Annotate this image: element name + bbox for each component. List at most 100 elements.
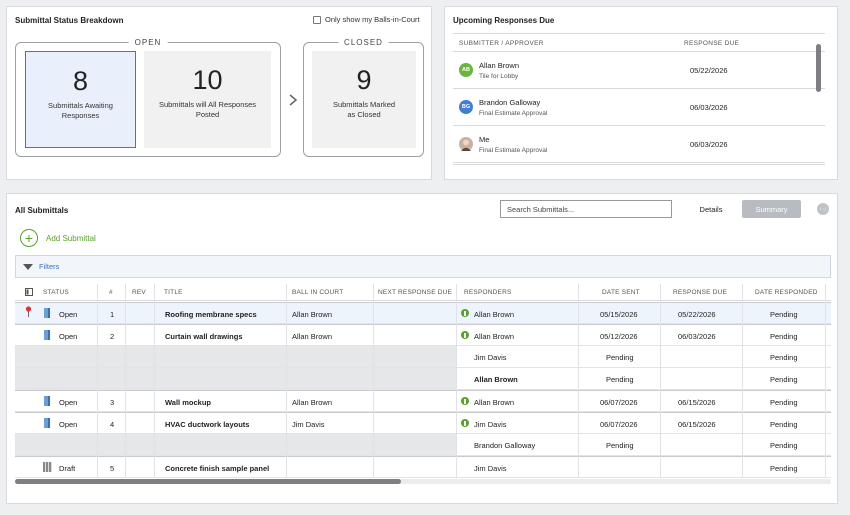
response-due-cell: 06/15/2026 bbox=[678, 420, 716, 429]
open-group: OPEN 8 Submittals Awaiting Responses 10 … bbox=[15, 38, 281, 157]
table-subrow: Jim Davis Pending Pending bbox=[15, 346, 831, 368]
document-icon bbox=[44, 418, 50, 428]
date-responded-header[interactable]: DATE RESPONDED bbox=[755, 289, 818, 296]
responder-cell: Jim Davis bbox=[474, 420, 507, 429]
filters-label: Filters bbox=[39, 262, 60, 271]
responders-header[interactable]: RESPONDERS bbox=[464, 289, 512, 296]
subrow-fill bbox=[15, 434, 456, 455]
col-submitter-header: SUBMITTER / APPROVER bbox=[459, 40, 544, 47]
table-row[interactable]: Open 4 HVAC ductwork layouts Jim Davis J… bbox=[15, 412, 831, 434]
columns-icon[interactable] bbox=[25, 288, 33, 296]
upcoming-table: SUBMITTER / APPROVER RESPONSE DUE AB All… bbox=[453, 33, 825, 165]
responder-cell: Allan Brown bbox=[474, 375, 518, 384]
submittal-name: Final Estimate Approval bbox=[479, 147, 548, 154]
posted-count: 10 bbox=[192, 65, 223, 95]
col-response-due-header: RESPONSE DUE bbox=[684, 40, 740, 47]
closed-group: CLOSED 9 Submittals Marked as Closed bbox=[303, 38, 424, 157]
title-link[interactable]: Roofing membrane specs bbox=[165, 310, 257, 319]
awaiting-label: Submittals Awaiting Responses bbox=[48, 101, 113, 120]
submitter-name: Allan Brown bbox=[479, 61, 520, 70]
ball-in-court-cell: Allan Brown bbox=[292, 398, 333, 407]
submitter-name: Me bbox=[479, 135, 490, 144]
response-due-date: 06/03/2026 bbox=[690, 103, 728, 112]
checkbox-box[interactable] bbox=[313, 15, 321, 24]
title-link[interactable]: Concrete finish sample panel bbox=[165, 464, 269, 473]
rev-header[interactable]: REV bbox=[132, 289, 146, 296]
table-row[interactable]: Open 3 Wall mockup Allan Brown Allan Bro… bbox=[15, 390, 831, 412]
responder-cell: Brandon Galloway bbox=[474, 441, 536, 450]
upcoming-row[interactable]: BG Brandon Galloway Final Estimate Appro… bbox=[453, 89, 825, 126]
date-responded-cell: Pending bbox=[770, 353, 798, 362]
date-responded-cell: Pending bbox=[770, 464, 798, 473]
date-sent-cell: Pending bbox=[606, 353, 634, 362]
date-sent-cell: 06/07/2026 bbox=[600, 398, 638, 407]
number-header[interactable]: # bbox=[109, 289, 113, 296]
closed-label: Submittals Marked as Closed bbox=[332, 100, 396, 119]
all-responses-posted-tile[interactable]: 10 Submittals will All Responses Posted bbox=[144, 51, 271, 148]
summary-button[interactable]: Summary bbox=[742, 200, 801, 218]
subrow-fill bbox=[15, 346, 456, 367]
responder-cell: Allan Brown bbox=[474, 398, 515, 407]
pin-icon bbox=[25, 306, 32, 317]
add-submittal-label: Add Submittal bbox=[46, 233, 96, 243]
posted-label: Submittals will All Responses Posted bbox=[158, 100, 257, 119]
response-due-cell: 05/22/2026 bbox=[678, 310, 716, 319]
table-header: STATUS # REV TITLE BALL IN COURT NEXT RE… bbox=[15, 284, 831, 301]
filters-bar[interactable]: Filters bbox=[15, 255, 831, 278]
response-due-date: 05/22/2026 bbox=[690, 66, 728, 75]
submittal-name: Tile for Lobby bbox=[479, 73, 519, 80]
response-due-date: 06/03/2026 bbox=[690, 140, 728, 149]
number-cell: 4 bbox=[110, 420, 115, 429]
next-response-due-header[interactable]: NEXT RESPONSE DUE bbox=[378, 289, 452, 296]
awaiting-responses-tile[interactable]: 8 Submittals Awaiting Responses bbox=[25, 51, 136, 148]
date-responded-cell: Pending bbox=[770, 375, 798, 384]
date-responded-cell: Pending bbox=[770, 310, 798, 319]
upcoming-row[interactable]: Me Final Estimate Approval 06/03/2026 bbox=[453, 126, 825, 163]
date-sent-cell: Pending bbox=[606, 375, 634, 384]
search-input[interactable]: Search Submittals... bbox=[500, 200, 672, 218]
details-button[interactable]: Details bbox=[691, 200, 731, 218]
responder-status-icon bbox=[461, 397, 469, 405]
table-horizontal-scrollbar[interactable] bbox=[15, 479, 401, 484]
status-cell: Open bbox=[59, 398, 78, 407]
table-row[interactable]: Open 1 Roofing membrane specs Allan Brow… bbox=[15, 302, 831, 324]
breakdown-title: Submittal Status Breakdown bbox=[15, 16, 124, 25]
table-row[interactable]: Open 2 Curtain wall drawings Allan Brown… bbox=[15, 324, 831, 346]
date-responded-cell: Pending bbox=[770, 441, 798, 450]
status-cell: Open bbox=[59, 310, 78, 319]
responder-status-icon bbox=[461, 419, 469, 427]
number-cell: 1 bbox=[110, 310, 115, 319]
ball-in-court-cell: Allan Brown bbox=[292, 332, 333, 341]
title-link[interactable]: HVAC ductwork layouts bbox=[165, 420, 249, 429]
title-link[interactable]: Wall mockup bbox=[165, 398, 211, 407]
upcoming-scrollbar[interactable] bbox=[816, 44, 821, 92]
date-sent-header[interactable]: DATE SENT bbox=[602, 289, 640, 296]
upcoming-title: Upcoming Responses Due bbox=[453, 16, 555, 25]
title-link[interactable]: Curtain wall drawings bbox=[165, 332, 243, 341]
avatar: BG bbox=[459, 100, 473, 114]
closed-count: 9 bbox=[356, 65, 372, 95]
more-options-icon[interactable]: ··· bbox=[817, 203, 829, 215]
add-submittal-button[interactable]: + Add Submittal bbox=[20, 229, 96, 247]
avatar: AB bbox=[459, 63, 473, 77]
open-group-label: OPEN bbox=[128, 38, 168, 47]
upcoming-row[interactable]: AB Allan Brown Tile for Lobby 05/22/2026 bbox=[453, 52, 825, 89]
table-row[interactable]: Draft 5 Concrete finish sample panel Jim… bbox=[15, 456, 831, 478]
status-header[interactable]: STATUS bbox=[43, 289, 69, 296]
response-due-header[interactable]: RESPONSE DUE bbox=[673, 289, 727, 296]
date-sent-cell: 05/12/2026 bbox=[600, 332, 638, 341]
response-due-cell: 06/15/2026 bbox=[678, 398, 716, 407]
submitter-name: Brandon Galloway bbox=[479, 98, 541, 107]
status-breakdown-card: Submittal Status Breakdown Only show my … bbox=[6, 6, 432, 180]
document-icon bbox=[44, 330, 50, 340]
marked-closed-tile[interactable]: 9 Submittals Marked as Closed bbox=[312, 51, 416, 148]
date-responded-cell: Pending bbox=[770, 420, 798, 429]
responder-cell: Allan Brown bbox=[474, 332, 515, 341]
responder-status-icon bbox=[461, 309, 469, 317]
title-header[interactable]: TITLE bbox=[164, 289, 183, 296]
bic-filter-checkbox[interactable]: Only show my Balls-in-Court bbox=[313, 15, 420, 24]
status-cell: Draft bbox=[59, 464, 76, 473]
date-responded-cell: Pending bbox=[770, 398, 798, 407]
number-cell: 3 bbox=[110, 398, 115, 407]
ball-in-court-header[interactable]: BALL IN COURT bbox=[292, 289, 343, 296]
